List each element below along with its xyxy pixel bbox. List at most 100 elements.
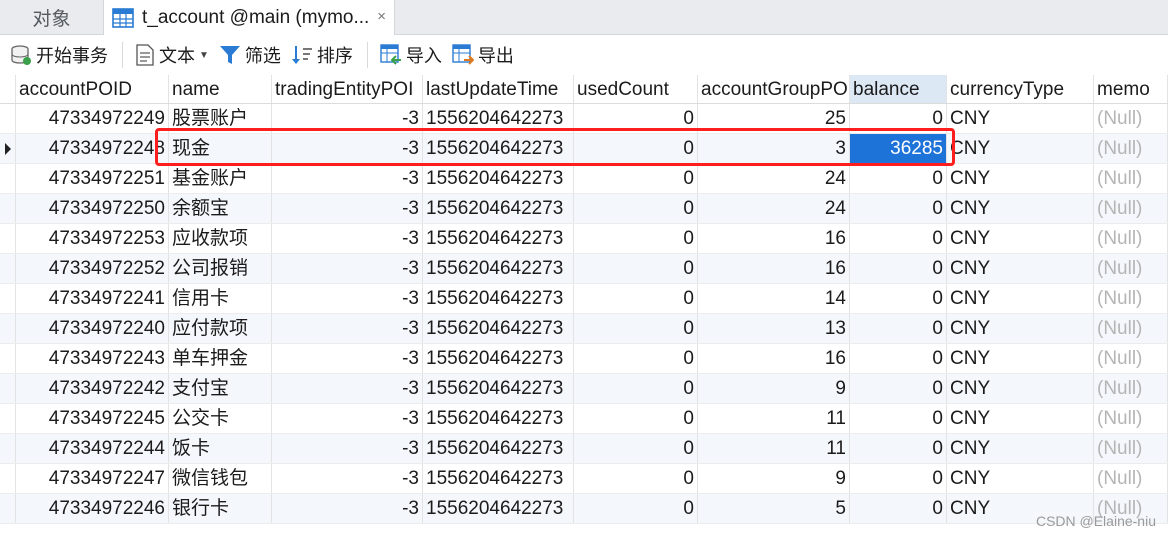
cell-name[interactable]: 微信钱包	[169, 464, 272, 493]
cell-memo[interactable]: (Null)	[1094, 374, 1168, 403]
cell-balance[interactable]: 0	[850, 374, 947, 403]
cell-account-group-po[interactable]: 11	[698, 404, 850, 433]
cell-trading-entity-poi[interactable]: -3	[272, 404, 423, 433]
cell-last-update-time[interactable]: 1556204642273	[423, 224, 574, 253]
cell-trading-entity-poi[interactable]: -3	[272, 254, 423, 283]
row-marker[interactable]	[0, 434, 16, 463]
cell-trading-entity-poi[interactable]: -3	[272, 494, 423, 523]
row-marker[interactable]	[0, 344, 16, 373]
table-row[interactable]: 47334972250 余额宝 -3 1556204642273 0 24 0 CNY (Nul…	[0, 194, 1168, 224]
cell-trading-entity-poi[interactable]: -3	[272, 164, 423, 193]
tab-t-account[interactable]: t_account @main (mymo... ×	[103, 0, 395, 36]
cell-account-group-po[interactable]: 13	[698, 314, 850, 343]
cell-account-poid[interactable]: 47334972246	[16, 494, 169, 523]
column-header-name[interactable]: name	[169, 75, 272, 103]
cell-last-update-time[interactable]: 1556204642273	[423, 314, 574, 343]
cell-currency-type[interactable]: CNY	[947, 164, 1094, 193]
cell-memo[interactable]: (Null)	[1094, 224, 1168, 253]
table-row[interactable]: 47334972244 饭卡 -3 1556204642273 0 11 0 CNY (Null…	[0, 434, 1168, 464]
cell-last-update-time[interactable]: 1556204642273	[423, 434, 574, 463]
cell-balance[interactable]: 0	[850, 314, 947, 343]
cell-used-count[interactable]: 0	[574, 404, 698, 433]
table-row[interactable]: 47334972246 银行卡 -3 1556204642273 0 5 0 CNY (Null…	[0, 494, 1168, 524]
cell-account-poid[interactable]: 47334972252	[16, 254, 169, 283]
cell-memo[interactable]: (Null)	[1094, 314, 1168, 343]
cell-account-poid[interactable]: 47334972253	[16, 224, 169, 253]
cell-used-count[interactable]: 0	[574, 464, 698, 493]
cell-balance[interactable]: 0	[850, 164, 947, 193]
column-header-currency-type[interactable]: currencyType	[947, 75, 1094, 103]
cell-memo[interactable]: (Null)	[1094, 284, 1168, 313]
cell-account-group-po[interactable]: 14	[698, 284, 850, 313]
cell-name[interactable]: 应付款项	[169, 314, 272, 343]
cell-trading-entity-poi[interactable]: -3	[272, 344, 423, 373]
row-marker[interactable]	[0, 134, 16, 163]
cell-last-update-time[interactable]: 1556204642273	[423, 344, 574, 373]
cell-currency-type[interactable]: CNY	[947, 104, 1094, 133]
cell-currency-type[interactable]: CNY	[947, 134, 1094, 163]
row-marker[interactable]	[0, 284, 16, 313]
cell-balance[interactable]: 0	[850, 194, 947, 223]
cell-name[interactable]: 股票账户	[169, 104, 272, 133]
row-marker[interactable]	[0, 224, 16, 253]
cell-currency-type[interactable]: CNY	[947, 284, 1094, 313]
cell-last-update-time[interactable]: 1556204642273	[423, 134, 574, 163]
cell-balance[interactable]: 0	[850, 254, 947, 283]
cell-account-poid[interactable]: 47334972241	[16, 284, 169, 313]
table-row[interactable]: 47334972240 应付款项 -3 1556204642273 0 13 0 CNY (Nu…	[0, 314, 1168, 344]
cell-trading-entity-poi[interactable]: -3	[272, 314, 423, 343]
cell-used-count[interactable]: 0	[574, 194, 698, 223]
cell-currency-type[interactable]: CNY	[947, 314, 1094, 343]
cell-memo[interactable]: (Null)	[1094, 164, 1168, 193]
column-header-account-poid[interactable]: accountPOID	[16, 75, 169, 103]
cell-memo[interactable]: (Null)	[1094, 464, 1168, 493]
cell-memo[interactable]: (Null)	[1094, 344, 1168, 373]
cell-account-group-po[interactable]: 9	[698, 464, 850, 493]
cell-name[interactable]: 应收款项	[169, 224, 272, 253]
cell-last-update-time[interactable]: 1556204642273	[423, 164, 574, 193]
cell-used-count[interactable]: 0	[574, 494, 698, 523]
cell-account-group-po[interactable]: 3	[698, 134, 850, 163]
tab-objects[interactable]: 对象	[0, 0, 103, 35]
cell-balance[interactable]: 0	[850, 494, 947, 523]
cell-currency-type[interactable]: CNY	[947, 404, 1094, 433]
cell-trading-entity-poi[interactable]: -3	[272, 434, 423, 463]
cell-used-count[interactable]: 0	[574, 104, 698, 133]
cell-account-poid[interactable]: 47334972245	[16, 404, 169, 433]
cell-currency-type[interactable]: CNY	[947, 434, 1094, 463]
row-marker[interactable]	[0, 254, 16, 283]
cell-currency-type[interactable]: CNY	[947, 464, 1094, 493]
row-marker[interactable]	[0, 404, 16, 433]
row-marker[interactable]	[0, 314, 16, 343]
column-header-balance[interactable]: balance	[850, 75, 947, 103]
table-row[interactable]: 47334972249 股票账户 -3 1556204642273 0 25 0 CNY (Nu…	[0, 104, 1168, 134]
cell-used-count[interactable]: 0	[574, 344, 698, 373]
cell-name[interactable]: 基金账户	[169, 164, 272, 193]
cell-used-count[interactable]: 0	[574, 374, 698, 403]
cell-account-poid[interactable]: 47334972248	[16, 134, 169, 163]
cell-trading-entity-poi[interactable]: -3	[272, 464, 423, 493]
cell-balance[interactable]: 0	[850, 284, 947, 313]
cell-balance[interactable]: 0	[850, 344, 947, 373]
cell-last-update-time[interactable]: 1556204642273	[423, 284, 574, 313]
cell-account-group-po[interactable]: 24	[698, 164, 850, 193]
cell-name[interactable]: 余额宝	[169, 194, 272, 223]
cell-account-group-po[interactable]: 16	[698, 224, 850, 253]
column-header-trading-entity-poi[interactable]: tradingEntityPOI	[272, 75, 423, 103]
table-row[interactable]: 47334972242 支付宝 -3 1556204642273 0 9 0 CNY (Null…	[0, 374, 1168, 404]
close-icon[interactable]: ×	[377, 8, 386, 25]
table-row[interactable]: 47334972251 基金账户 -3 1556204642273 0 24 0 CNY (Nu…	[0, 164, 1168, 194]
cell-currency-type[interactable]: CNY	[947, 194, 1094, 223]
cell-currency-type[interactable]: CNY	[947, 374, 1094, 403]
chevron-down-icon[interactable]: ▼	[199, 50, 209, 61]
cell-name[interactable]: 公司报销	[169, 254, 272, 283]
table-row[interactable]: 47334972252 公司报销 -3 1556204642273 0 16 0 CNY (Nu…	[0, 254, 1168, 284]
cell-name[interactable]: 饭卡	[169, 434, 272, 463]
cell-trading-entity-poi[interactable]: -3	[272, 194, 423, 223]
row-marker[interactable]	[0, 194, 16, 223]
cell-account-poid[interactable]: 47334972240	[16, 314, 169, 343]
cell-memo[interactable]: (Null)	[1094, 104, 1168, 133]
sort-button[interactable]: 排序	[287, 40, 357, 70]
table-row[interactable]: 47334972247 微信钱包 -3 1556204642273 0 9 0 CNY (Nul…	[0, 464, 1168, 494]
table-row[interactable]: 47334972253 应收款项 -3 1556204642273 0 16 0 CNY (Nu…	[0, 224, 1168, 254]
